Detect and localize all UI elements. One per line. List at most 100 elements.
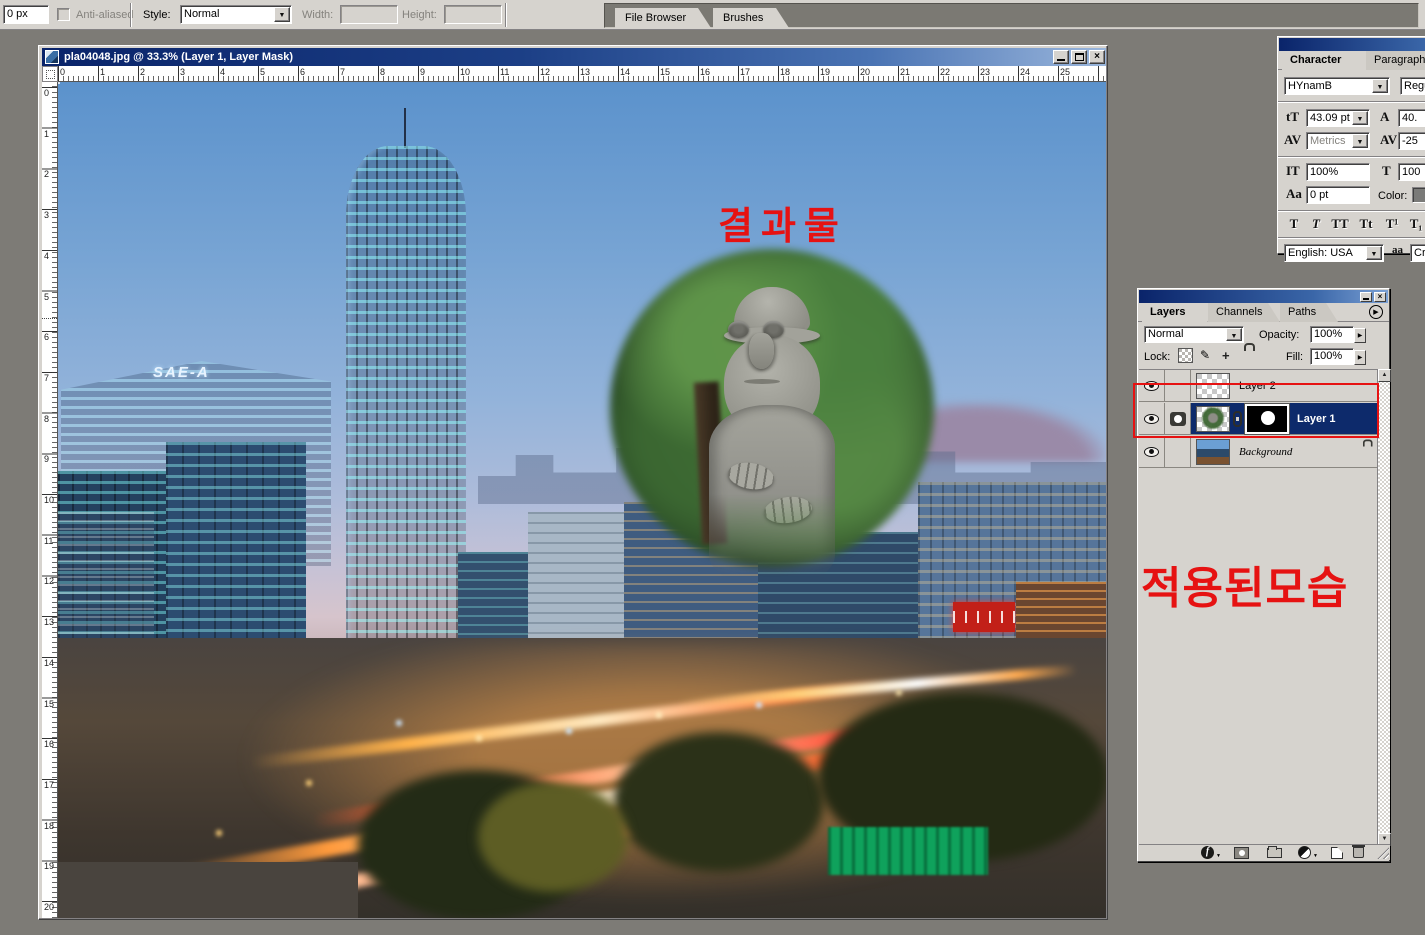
link-column[interactable] — [1165, 436, 1191, 467]
rooftop-sign-text: SAE-A — [153, 364, 210, 381]
anti-alias-dropdown[interactable]: Cr — [1410, 244, 1425, 262]
chevron-down-icon[interactable]: ▼ — [1372, 79, 1388, 93]
layer-thumbnail[interactable] — [1196, 373, 1230, 399]
palette-well: File Browser Brushes — [604, 3, 1419, 28]
palette-titlebar[interactable] — [1279, 38, 1425, 51]
tab-brushes[interactable]: Brushes — [713, 8, 789, 28]
baseline-shift-input[interactable]: 0 pt — [1306, 186, 1370, 204]
font-family-dropdown[interactable]: HYnamB ▼ — [1284, 77, 1390, 95]
chevron-down-icon[interactable]: ▼ — [1226, 328, 1242, 341]
tab-file-browser[interactable]: File Browser — [615, 8, 711, 28]
photo-tree — [478, 782, 628, 892]
scroll-up-icon[interactable]: ▲ — [1378, 369, 1391, 382]
visibility-toggle[interactable] — [1139, 436, 1165, 467]
maximize-button[interactable] — [1071, 50, 1087, 64]
horizontal-scale-input[interactable]: 100 — [1398, 163, 1425, 181]
vertical-scale-input[interactable]: 100% — [1306, 163, 1370, 181]
trash-icon[interactable] — [1353, 847, 1364, 858]
subscript-button[interactable]: T₁ — [1406, 216, 1425, 233]
spinner-arrow-icon[interactable]: ▶ — [1354, 350, 1366, 365]
link-column[interactable] — [1165, 370, 1191, 401]
faux-italic-button[interactable]: T — [1306, 216, 1326, 233]
tab-layers[interactable]: Layers — [1142, 303, 1208, 322]
lock-all-icon[interactable] — [1242, 348, 1257, 363]
ruler-number: 1 — [44, 129, 49, 139]
photo-antenna — [404, 108, 406, 148]
horizontal-ruler[interactable]: 0123456789101112131415161718192021222324… — [58, 66, 1106, 82]
document-titlebar[interactable]: pla04048.jpg @ 33.3% (Layer 1, Layer Mas… — [42, 48, 1106, 66]
lock-transparency-icon[interactable] — [1178, 348, 1193, 363]
ruler-number: 0 — [44, 88, 49, 98]
anti-aliased-checkbox[interactable] — [57, 8, 70, 21]
tolerance-input[interactable]: 0 px — [3, 5, 49, 24]
visibility-toggle[interactable] — [1139, 370, 1165, 401]
ruler-number: 12 — [44, 576, 54, 586]
layer-name[interactable]: Background — [1239, 446, 1292, 458]
visibility-toggle[interactable] — [1139, 403, 1165, 434]
font-style-dropdown[interactable]: Regu — [1400, 77, 1425, 95]
kerning-dropdown[interactable]: Metrics ▼ — [1306, 132, 1370, 150]
chevron-down-icon[interactable]: ▼ — [274, 7, 290, 22]
language-dropdown[interactable]: English: USA ▼ — [1284, 244, 1384, 262]
layer-row-layer1-selected[interactable]: Layer 1 — [1139, 403, 1377, 435]
all-caps-button[interactable]: TT — [1330, 216, 1350, 233]
text-color-swatch[interactable] — [1412, 187, 1425, 203]
tab-paths[interactable]: Paths — [1280, 303, 1338, 322]
faux-bold-button[interactable]: T — [1284, 216, 1304, 233]
ruler-number: 17 — [740, 67, 750, 77]
resize-grip[interactable] — [1376, 846, 1389, 859]
spinner-arrow-icon[interactable]: ▶ — [1354, 328, 1366, 343]
tracking-dropdown[interactable]: -25 — [1398, 132, 1425, 150]
ruler-corner[interactable] — [42, 66, 58, 82]
layer-style-icon[interactable]: f — [1201, 846, 1214, 859]
photo-tree — [614, 732, 824, 872]
minimize-button[interactable] — [1053, 50, 1069, 64]
tab-character[interactable]: Character — [1282, 51, 1368, 70]
chevron-down-icon[interactable]: ▼ — [1352, 111, 1368, 125]
opacity-input[interactable]: 100% ▶ — [1310, 326, 1354, 343]
layer-thumbnail[interactable] — [1196, 439, 1230, 465]
image-canvas[interactable]: SAE-A — [58, 82, 1106, 918]
layer-row-background[interactable]: Background — [1139, 436, 1377, 468]
layer-name[interactable]: Layer 1 — [1297, 413, 1336, 425]
font-size-dropdown[interactable]: 43.09 pt ▼ — [1306, 109, 1370, 127]
mask-edit-indicator[interactable] — [1165, 403, 1191, 434]
palette-menu-button[interactable]: ▶ — [1369, 305, 1383, 319]
statue-mouth — [744, 379, 780, 384]
superscript-button[interactable]: T¹ — [1382, 216, 1402, 233]
ruler-number: 24 — [1020, 67, 1030, 77]
blend-mode-dropdown[interactable]: Normal ▼ — [1144, 326, 1244, 343]
close-button[interactable]: × — [1089, 50, 1105, 64]
height-input[interactable] — [444, 5, 502, 24]
ruler-number: 3 — [44, 210, 49, 220]
layer-mask-thumbnail[interactable] — [1245, 404, 1289, 434]
eye-icon — [1144, 447, 1159, 457]
close-button[interactable]: × — [1374, 292, 1386, 302]
palette-titlebar[interactable]: × — [1139, 290, 1388, 303]
style-dropdown[interactable]: Normal ▼ — [180, 5, 292, 24]
ruler-number: 5 — [44, 292, 49, 302]
lock-position-icon[interactable]: + — [1222, 348, 1237, 363]
layer-name[interactable]: Layer 2 — [1239, 380, 1276, 392]
add-layer-mask-icon[interactable] — [1234, 847, 1249, 859]
new-layer-icon[interactable] — [1331, 847, 1343, 859]
small-caps-button[interactable]: Tt — [1356, 216, 1376, 233]
color-label: Color: — [1378, 190, 1407, 202]
fill-input[interactable]: 100% ▶ — [1310, 348, 1354, 365]
layer-thumbnail[interactable] — [1196, 406, 1230, 432]
width-input[interactable] — [340, 5, 398, 24]
chevron-down-icon[interactable]: ▼ — [1366, 246, 1382, 260]
statue-eye — [728, 321, 749, 338]
tab-channels[interactable]: Channels — [1208, 303, 1280, 322]
lock-pixels-icon[interactable]: ✎ — [1200, 348, 1215, 363]
layer-row-layer2[interactable]: Layer 2 — [1139, 370, 1377, 402]
layers-scrollbar[interactable]: ▲ ▼ — [1377, 369, 1390, 846]
adjustment-layer-icon[interactable] — [1298, 846, 1311, 859]
new-group-icon[interactable] — [1267, 848, 1282, 858]
ruler-number: 13 — [580, 67, 590, 77]
vertical-ruler[interactable]: 01234567891011121314151617181920 — [42, 82, 58, 918]
leading-dropdown[interactable]: 40. — [1398, 109, 1425, 127]
tab-paragraph[interactable]: Paragraph — [1366, 51, 1425, 70]
minimize-button[interactable] — [1360, 292, 1372, 302]
chevron-down-icon[interactable]: ▼ — [1352, 134, 1368, 148]
